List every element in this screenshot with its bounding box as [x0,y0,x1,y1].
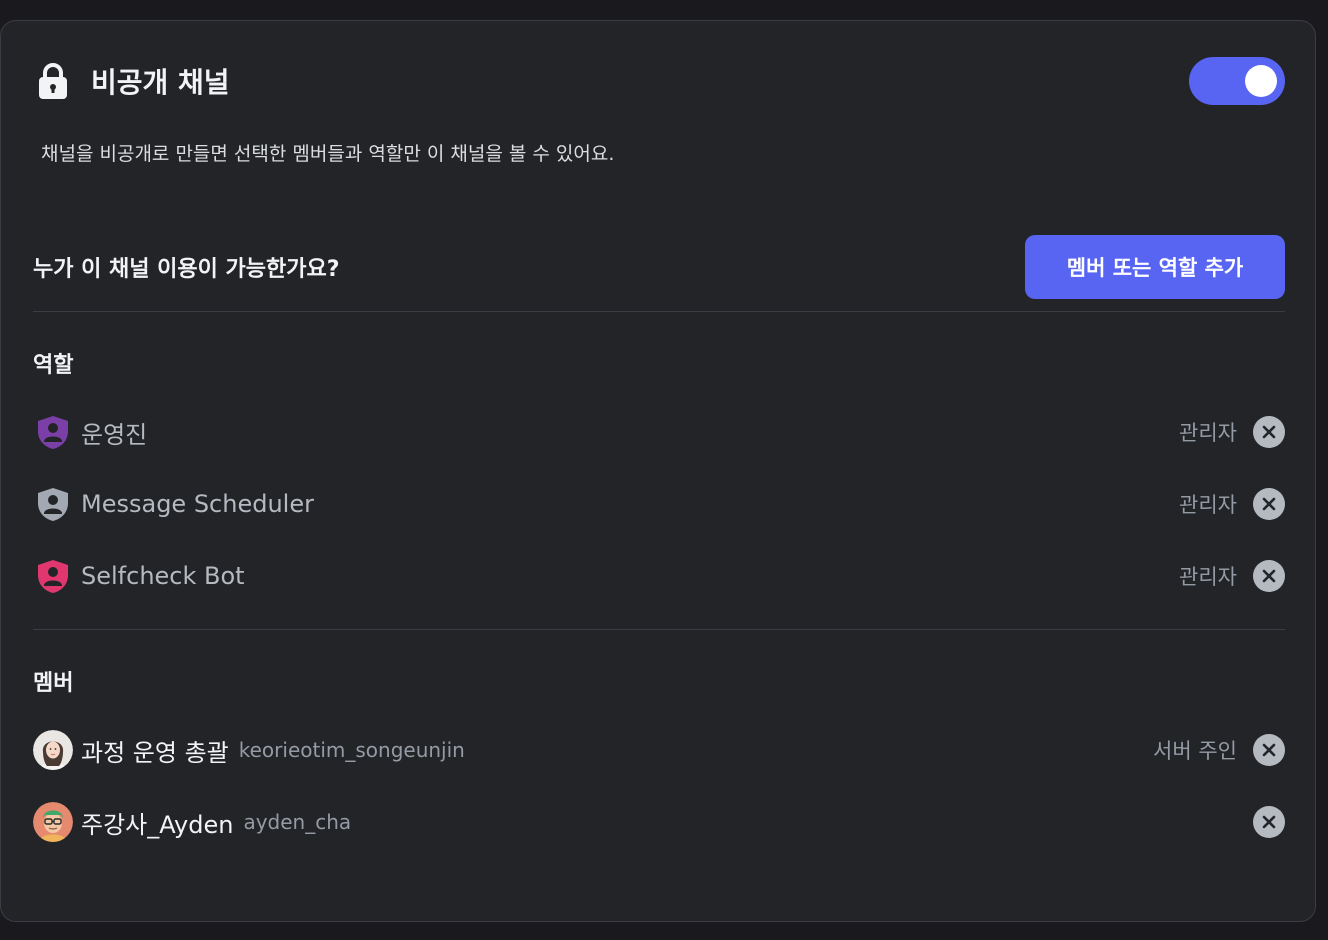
role-row: Message Scheduler 관리자 [33,482,1285,526]
divider [33,629,1285,630]
private-channel-settings-panel: 비공개 채널 채널을 비공개로 만들면 선택한 멤버들과 역할만 이 채널을 볼… [0,20,1316,922]
close-icon [1262,743,1276,757]
lock-icon [33,61,73,101]
member-username: ayden_cha [243,810,352,834]
role-shield-icon [33,556,73,596]
role-row-actions: 관리자 [1179,554,1285,598]
private-channel-toggle[interactable] [1189,57,1285,105]
avatar [33,730,73,770]
close-icon [1262,815,1276,829]
add-member-or-role-button[interactable]: 멤버 또는 역할 추가 [1025,235,1285,299]
close-icon [1262,425,1276,439]
close-icon [1262,569,1276,583]
role-row-actions: 관리자 [1179,482,1285,526]
member-row-actions [1253,800,1285,844]
member-row-actions: 서버 주인 [1153,728,1285,772]
role-name: Selfcheck Bot [81,562,245,590]
remove-member-button[interactable] [1253,734,1285,766]
toggle-knob [1245,65,1277,97]
role-row: 운영진 관리자 [33,410,1285,454]
role-shield-icon [33,412,73,452]
remove-role-button[interactable] [1253,488,1285,520]
role-row: Selfcheck Bot 관리자 [33,554,1285,598]
member-display-name: 과정 운영 총괄 [81,738,229,767]
member-row: 주강사_Ayden ayden_cha [33,800,1285,844]
role-shield-icon [33,484,73,524]
access-question: 누가 이 채널 이용이 가능한가요? [33,257,340,282]
role-name: 운영진 [81,420,148,449]
role-permission-tag: 관리자 [1179,565,1237,589]
remove-role-button[interactable] [1253,560,1285,592]
role-permission-tag: 관리자 [1179,493,1237,517]
members-section-label: 멤버 [33,671,74,696]
member-row: 과정 운영 총괄 keorieotim_songeunjin 서버 주인 [33,728,1285,772]
avatar [33,802,73,842]
role-name: Message Scheduler [81,490,314,518]
member-display-name: 주강사_Ayden [81,810,234,839]
private-channel-description: 채널을 비공개로 만들면 선택한 멤버들과 역할만 이 채널을 볼 수 있어요. [41,143,615,165]
roles-section-label: 역할 [33,353,74,378]
divider [33,311,1285,312]
close-icon [1262,497,1276,511]
remove-member-button[interactable] [1253,806,1285,838]
member-tag: 서버 주인 [1153,739,1237,763]
role-row-actions: 관리자 [1179,410,1285,454]
member-username: keorieotim_songeunjin [238,738,465,762]
role-permission-tag: 관리자 [1179,421,1237,445]
private-channel-header: 비공개 채널 [33,57,1285,105]
page-title: 비공개 채널 [91,66,230,99]
access-header: 누가 이 채널 이용이 가능한가요? 멤버 또는 역할 추가 [33,235,1285,299]
remove-role-button[interactable] [1253,416,1285,448]
